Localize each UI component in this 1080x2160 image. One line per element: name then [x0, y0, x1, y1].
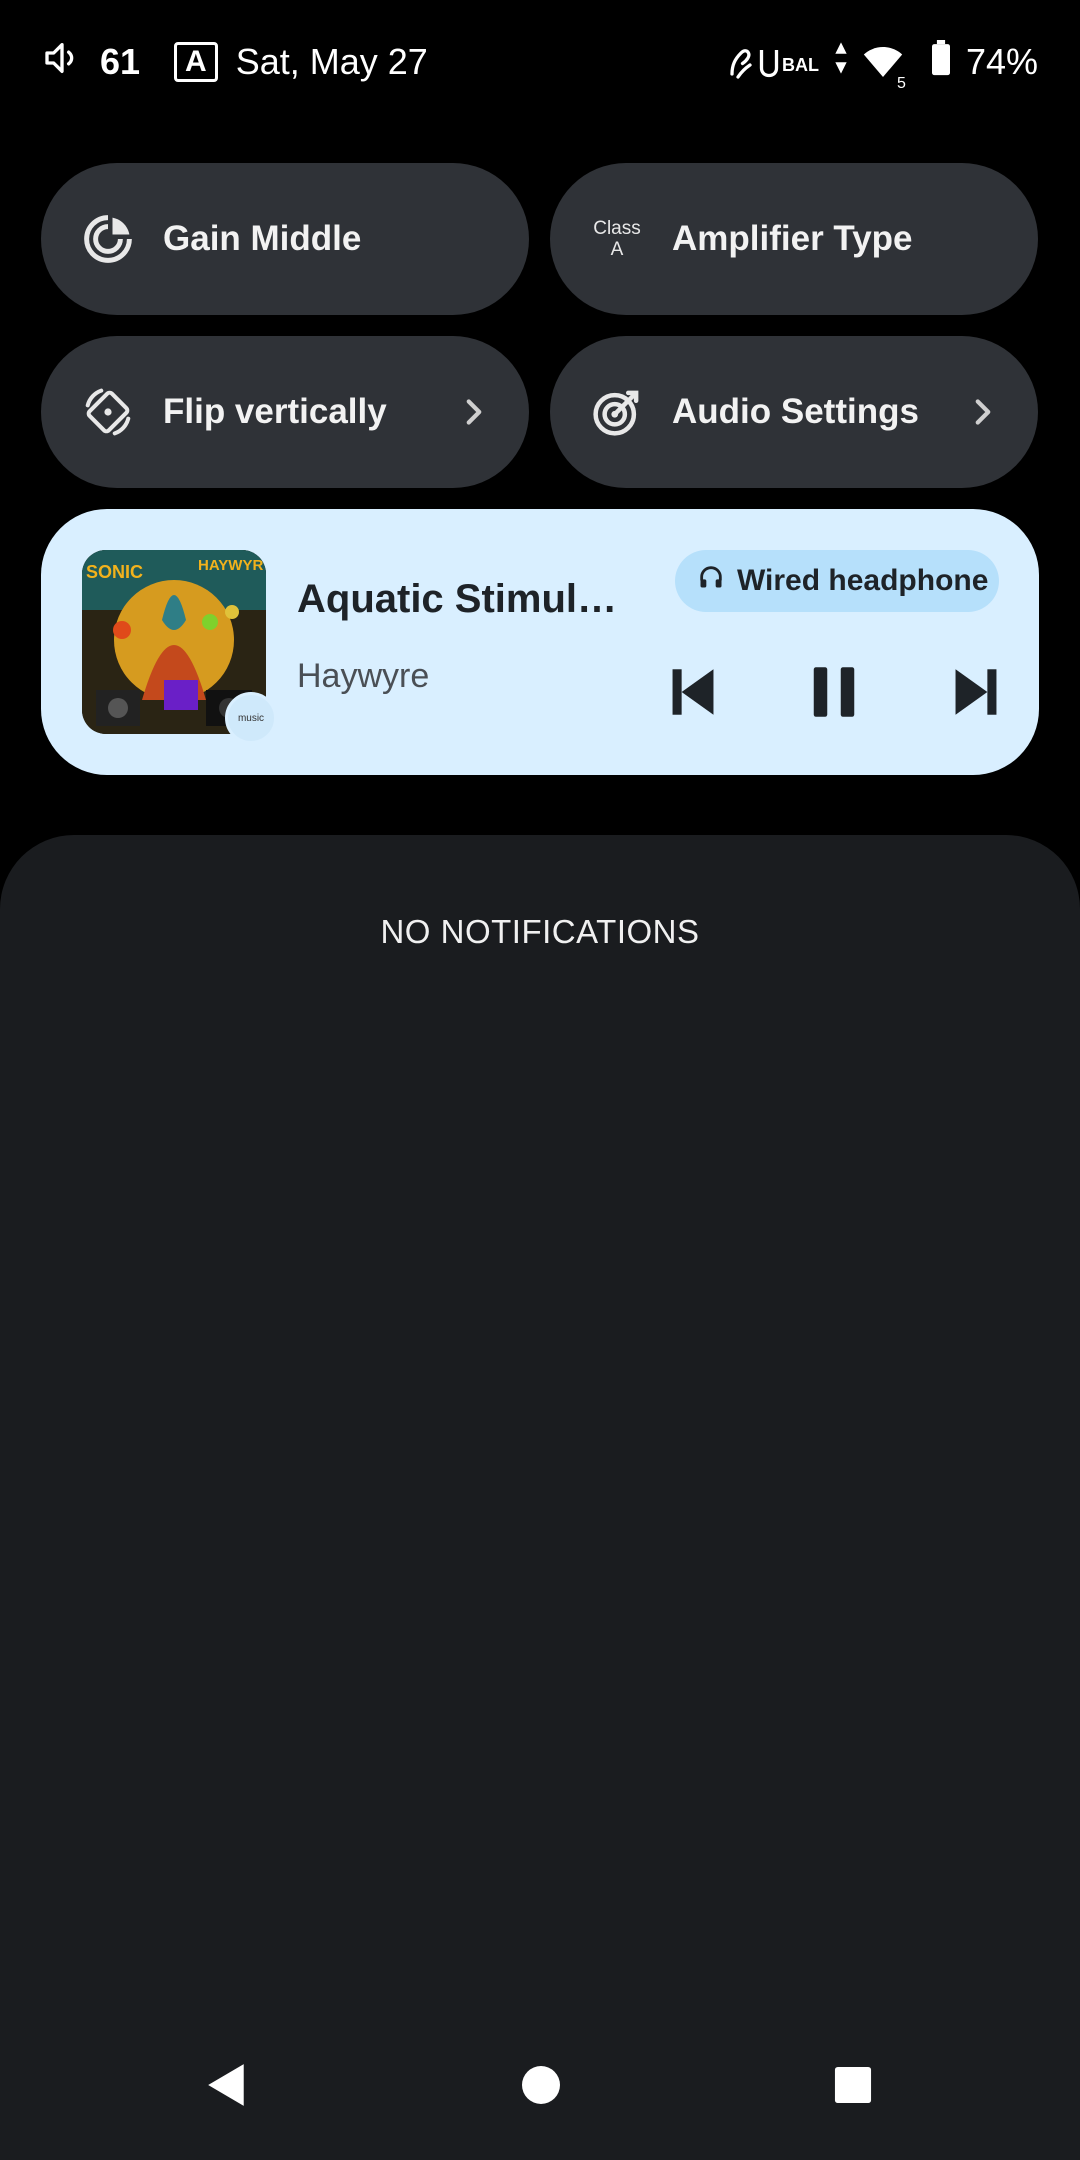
track-title: Aquatic Stimul… — [297, 577, 618, 621]
previous-track-button[interactable] — [660, 661, 726, 727]
tile-audio-settings[interactable]: Audio Settings — [550, 336, 1038, 488]
music-app-icon: music — [225, 692, 277, 744]
audio-target-icon — [590, 385, 644, 439]
balanced-output-icon: BAL — [726, 44, 819, 80]
class-a-icon: Class A — [593, 218, 641, 260]
data-activity-icon — [833, 41, 849, 84]
next-track-button[interactable] — [943, 661, 1009, 727]
tile-label: Amplifier Type — [672, 219, 913, 258]
rotate-icon — [81, 385, 135, 439]
skip-next-icon — [953, 667, 999, 722]
tile-label: Gain Middle — [163, 219, 362, 258]
output-device-label: Wired headphone — [737, 564, 989, 597]
home-icon — [521, 2065, 561, 2110]
pause-icon — [811, 665, 857, 724]
status-bar: 61 A Sat, May 27 BAL 5 74% — [0, 0, 1080, 124]
gain-icon — [81, 212, 135, 266]
back-icon — [205, 2062, 249, 2113]
output-device-chip[interactable]: Wired headphone — [675, 550, 999, 612]
tile-gain-middle[interactable]: Gain Middle — [41, 163, 529, 315]
skip-previous-icon — [670, 667, 716, 722]
mode-badge: A — [174, 42, 218, 82]
home-button[interactable] — [506, 2052, 576, 2122]
tile-flip-vertically[interactable]: Flip vertically — [41, 336, 529, 488]
notification-panel: NO NOTIFICATIONS — [0, 835, 1080, 2160]
recents-icon — [834, 2066, 872, 2109]
back-button[interactable] — [192, 2052, 262, 2122]
pause-button[interactable] — [801, 661, 867, 727]
tile-amplifier-type[interactable]: Class A Amplifier Type — [550, 163, 1038, 315]
status-date: Sat, May 27 — [235, 41, 428, 82]
wifi-icon: 5 — [863, 45, 906, 92]
tile-label: Flip vertically — [163, 392, 387, 431]
album-art-text-left: SONIC — [86, 562, 143, 582]
track-artist: Haywyre — [297, 657, 430, 695]
chevron-right-icon — [459, 397, 489, 427]
wifi-standard: 5 — [897, 75, 906, 92]
battery-icon — [930, 39, 952, 85]
battery-percent: 74% — [965, 41, 1038, 82]
recents-button[interactable] — [818, 2052, 888, 2122]
headphones-icon — [697, 563, 725, 599]
chevron-right-icon — [968, 397, 998, 427]
volume-icon — [42, 38, 82, 87]
bal-label: BAL — [782, 55, 820, 75]
media-player-card[interactable]: SONIC HAYWYR music Aquatic Stimul… Haywy… — [41, 509, 1039, 775]
tile-label: Audio Settings — [672, 392, 919, 431]
volume-level: 61 — [100, 41, 141, 82]
album-art-text-right: HAYWYR — [198, 557, 263, 574]
no-notifications-label: NO NOTIFICATIONS — [380, 913, 700, 950]
